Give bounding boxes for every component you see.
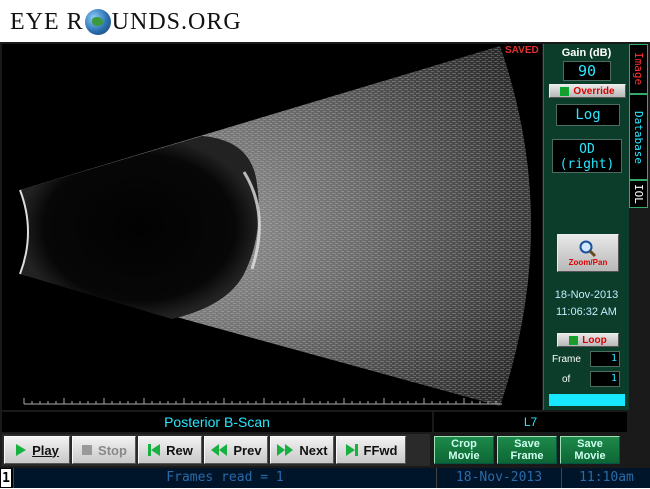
playback-toolbar: Play Stop Rew Prev Next FFwd (2, 434, 430, 466)
status-index: 1 (0, 468, 12, 488)
b-scan-image[interactable] (2, 44, 542, 410)
crop-movie-button[interactable]: Crop Movie (434, 436, 494, 464)
save-frame-button[interactable]: Save Frame (497, 436, 557, 464)
vitreous-cavity (20, 136, 259, 319)
gain-label: Gain (dB) (561, 47, 612, 59)
frames-read-status: Frames read = 1 (13, 468, 436, 488)
stop-icon (82, 445, 93, 455)
saved-indicator: SAVED (505, 45, 539, 56)
save-frame-label-1: Save (514, 438, 540, 450)
gain-value[interactable]: 90 (563, 61, 611, 81)
of-label: of (562, 374, 571, 385)
eye-line-2: (right) (559, 157, 615, 172)
eye-display[interactable]: OD (right) (552, 139, 622, 173)
stop-button[interactable]: Stop (72, 436, 136, 464)
stop-label: Stop (98, 442, 127, 458)
of-value: 1 (590, 371, 620, 387)
crop-label-2: Movie (448, 450, 480, 462)
save-frame-label-2: Frame (510, 450, 544, 462)
crop-label-1: Crop (451, 438, 477, 450)
next-icon (277, 444, 294, 456)
play-label: Play (32, 442, 59, 458)
rewind-label: Rew (166, 442, 193, 458)
play-button[interactable]: Play (4, 436, 70, 464)
next-label: Next (299, 442, 328, 458)
prev-button[interactable]: Prev (204, 436, 268, 464)
right-control-panel: Gain (dB) 90 Override Log OD (right) Zoo… (543, 44, 629, 410)
ffwd-button[interactable]: FFwd (336, 436, 406, 464)
override-button[interactable]: Override (549, 84, 626, 98)
prev-icon (211, 444, 228, 456)
status-date: 18-Nov-2013 (436, 468, 561, 488)
tab-database[interactable]: Database (629, 94, 648, 180)
save-movie-label-2: Movie (574, 450, 606, 462)
save-movie-button[interactable]: Save Movie (560, 436, 620, 464)
tab-image-label: Image (632, 52, 645, 86)
tab-iol[interactable]: IOL (629, 180, 648, 208)
panel-time: 11:06:32 AM (556, 306, 617, 318)
logo-text-suffix: UNDS.ORG (111, 8, 242, 35)
rewind-button[interactable]: Rew (138, 436, 202, 464)
tab-database-label: Database (632, 110, 645, 164)
probe-label: L7 (434, 412, 627, 432)
next-button[interactable]: Next (270, 436, 334, 464)
tab-image[interactable]: Image (629, 44, 648, 94)
frame-label: Frame (552, 354, 581, 365)
vertical-tabs: Image Database IOL (629, 44, 648, 208)
override-label: Override (573, 85, 615, 97)
tab-iol-label: IOL (632, 184, 645, 204)
eyerounds-logo: EYE R UNDS.ORG (10, 4, 242, 40)
globe-icon (84, 9, 111, 35)
loop-button[interactable]: Loop (557, 333, 619, 347)
zoom-pan-label: Zoom/Pan (568, 257, 608, 267)
override-led-icon (560, 86, 570, 96)
loop-label: Loop (582, 334, 607, 346)
ffwd-label: FFwd (363, 442, 398, 458)
frame-value[interactable]: 1 (590, 351, 620, 367)
play-icon (16, 444, 27, 456)
eye-line-1: OD (579, 142, 595, 157)
magnifier-icon (579, 240, 597, 257)
status-time: 11:10am (561, 468, 650, 488)
zoom-pan-button[interactable]: Zoom/Pan (557, 234, 619, 272)
scale-mode-display[interactable]: Log (556, 104, 620, 126)
b-scan-fan (19, 46, 531, 406)
rewind-icon (148, 444, 161, 456)
prev-label: Prev (233, 442, 262, 458)
fast-forward-icon (345, 444, 358, 456)
logo-text-prefix: EYE R (10, 8, 84, 35)
save-movie-label-1: Save (577, 438, 603, 450)
scan-mode-label: Posterior B-Scan (2, 412, 432, 432)
progress-bar (549, 394, 625, 406)
loop-led-icon (569, 335, 579, 345)
panel-date: 18-Nov-2013 (554, 289, 619, 301)
